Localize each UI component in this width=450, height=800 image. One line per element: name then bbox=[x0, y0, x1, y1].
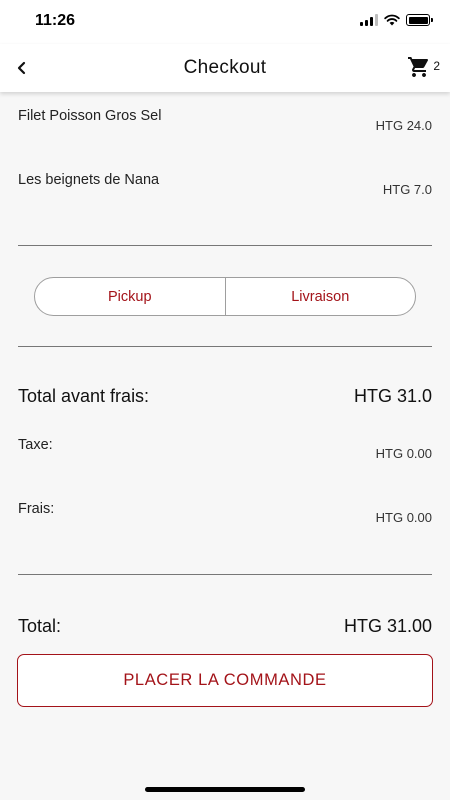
item-name: Les beignets de Nana bbox=[18, 172, 160, 188]
page-title: Checkout bbox=[183, 57, 267, 78]
item-price: HTG 24.0 bbox=[375, 118, 432, 133]
fees-label: Frais: bbox=[18, 501, 55, 517]
subtotal-row: Total avant frais: HTG 31.0 bbox=[18, 386, 432, 407]
fees-row: Frais: HTG 0.00 bbox=[18, 500, 432, 525]
tax-row: Taxe: HTG 0.00 bbox=[18, 436, 432, 461]
total-row: Total: HTG 31.00 bbox=[18, 616, 432, 637]
order-items-list: Filet Poisson Gros Sel HTG 24.0 Les beig… bbox=[18, 92, 432, 220]
checkout-screen: 11:26 Checkout 2 Filet Poisson Gros Sel … bbox=[0, 0, 450, 800]
subtotal-value: HTG 31.0 bbox=[353, 386, 432, 406]
total-value: HTG 31.00 bbox=[343, 616, 432, 636]
cart-button[interactable]: 2 bbox=[407, 55, 440, 79]
status-time: 11:26 bbox=[35, 12, 76, 29]
wifi-icon bbox=[384, 14, 400, 26]
battery-icon bbox=[406, 14, 433, 26]
list-item: Les beignets de Nana HTG 7.0 bbox=[18, 156, 432, 220]
divider bbox=[18, 245, 432, 246]
subtotal-label: Total avant frais: bbox=[18, 386, 150, 406]
fees-value: HTG 0.00 bbox=[375, 510, 432, 525]
delivery-mode-segmented-control: Pickup Livraison bbox=[34, 277, 416, 316]
list-item: Filet Poisson Gros Sel HTG 24.0 bbox=[18, 92, 432, 156]
place-order-button[interactable]: PLACER LA COMMANDE bbox=[17, 654, 433, 707]
home-indicator bbox=[145, 787, 305, 792]
status-icons bbox=[360, 14, 433, 26]
item-price: HTG 7.0 bbox=[382, 182, 432, 197]
delivery-option[interactable]: Livraison bbox=[224, 278, 416, 315]
shopping-cart-icon bbox=[408, 57, 429, 77]
nav-bar: Checkout 2 bbox=[0, 44, 450, 92]
tax-value: HTG 0.00 bbox=[375, 446, 432, 461]
pickup-option[interactable]: Pickup bbox=[35, 278, 225, 315]
divider bbox=[18, 346, 432, 347]
status-bar: 11:26 bbox=[0, 0, 450, 44]
divider bbox=[18, 574, 432, 575]
total-label: Total: bbox=[18, 616, 62, 636]
tax-label: Taxe: bbox=[18, 437, 53, 453]
cart-count-badge: 2 bbox=[433, 59, 440, 73]
item-name: Filet Poisson Gros Sel bbox=[18, 108, 162, 124]
signal-icon bbox=[360, 14, 378, 26]
